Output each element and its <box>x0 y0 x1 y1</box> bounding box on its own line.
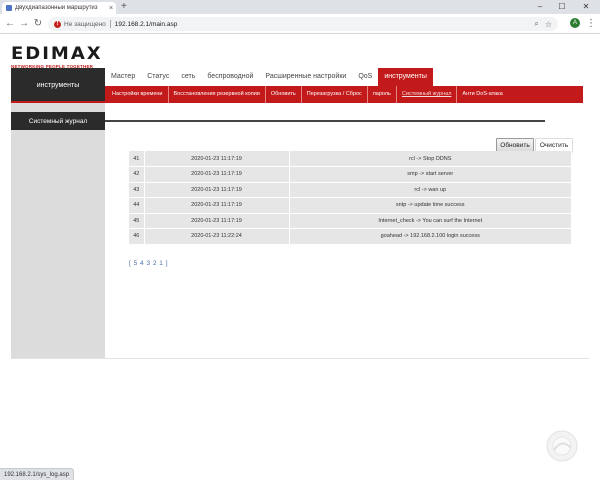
url-text: 192.168.2.1/main.asp <box>114 20 178 28</box>
main-menu: Мастер Статус сеть беспроводной Расширенные … <box>105 68 589 86</box>
log-time-cell: 2020-01-23 11:22:24 <box>144 228 290 245</box>
log-time-cell: 2020-01-23 11:17:19 <box>144 151 290 167</box>
log-message-cell: Internet_check -> You can surf the Inter… <box>289 213 572 229</box>
log-time-cell: 2020-01-23 11:17:19 <box>144 213 290 229</box>
system-log-table: 41 2020-01-23 11:17:19 rcl -> Stop DDNS 42 2… <box>129 151 572 245</box>
menu-item-2[interactable]: Статус <box>141 68 175 86</box>
browser-tab[interactable]: Двухдиапазонный маршрутиз × <box>2 2 116 14</box>
logo-wordmark: EDIMAX <box>11 43 103 64</box>
edimax-logo: EDIMAX NETWORKING PEOPLE TOGETHER <box>11 45 106 69</box>
log-message-cell: goahead -> 192.168.2.100 login success <box>289 228 572 245</box>
account-avatar[interactable]: A <box>570 18 580 28</box>
close-tab-icon[interactable]: × <box>106 5 116 12</box>
not-secure-icon: ! <box>54 20 61 28</box>
log-time-cell: 2020-01-23 11:17:19 <box>144 197 290 214</box>
divider <box>109 20 111 28</box>
zoom-icon[interactable]: ⌕ <box>534 19 538 29</box>
log-message-cell: sntp -> update time success <box>289 197 572 214</box>
address-bar: ← → ↻ ! Не защищено 192.168.2.1/main.asp… <box>0 14 600 34</box>
submenu-item-2[interactable]: Восстановления резервной копии <box>169 86 266 103</box>
pagination-links[interactable]: [ 5 4 3 2 1 ] <box>129 260 168 267</box>
bookmark-star-icon[interactable]: ☆ <box>545 20 552 29</box>
log-message-cell: rcl -> wan up <box>289 182 572 198</box>
log-id-cell: 45 <box>129 213 145 229</box>
reload-icon[interactable]: ↻ <box>32 17 44 30</box>
log-message-cell: smp -> start server <box>289 166 572 183</box>
menu-item-5[interactable]: Расширенные настройки <box>259 68 352 86</box>
section-title: Системный журнал <box>11 112 105 130</box>
log-message-cell: rcl -> Stop DDNS <box>289 151 572 167</box>
submenu-item-7[interactable]: Анти DoS-атака <box>457 86 507 103</box>
table-row: 42 2020-01-23 11:17:19 smp -> start server <box>129 166 572 183</box>
menu-item-6[interactable]: QoS <box>352 68 378 86</box>
new-tab-icon[interactable]: + <box>121 1 127 13</box>
browser-tab-bar: Двухдиапазонный маршрутиз × + – ☐ ✕ <box>0 0 600 14</box>
sub-menu: Настройки времени Восстановления резервно… <box>105 86 583 103</box>
maximize-icon[interactable]: ☐ <box>554 1 570 13</box>
watermark-logo <box>546 430 578 462</box>
log-id-cell: 46 <box>129 228 145 245</box>
frame-bottom-border <box>11 358 589 359</box>
menu-item-3[interactable]: сеть <box>175 68 201 86</box>
submenu-item-6[interactable]: Системный журнал <box>397 86 458 103</box>
browser-menu-icon[interactable]: ⋮ <box>586 17 596 30</box>
submenu-item-5[interactable]: пароль <box>368 86 397 103</box>
log-id-cell: 42 <box>129 166 145 183</box>
status-url: 192.168.2.1/sys_log.asp <box>0 468 75 480</box>
table-row: 41 2020-01-23 11:17:19 rcl -> Stop DDNS <box>129 151 572 167</box>
menu-item-1[interactable]: Мастер <box>105 68 141 86</box>
sidebar-accent-line <box>11 101 105 103</box>
security-label: Не защищено <box>64 20 106 28</box>
log-id-cell: 43 <box>129 182 145 198</box>
table-row: 43 2020-01-23 11:17:19 rcl -> wan up <box>129 182 572 198</box>
table-row: 45 2020-01-23 11:17:19 Internet_check -> Y… <box>129 213 572 229</box>
log-id-cell: 41 <box>129 151 145 167</box>
forward-icon[interactable]: → <box>18 17 30 30</box>
log-time-cell: 2020-01-23 11:17:19 <box>144 166 290 183</box>
minimize-icon[interactable]: – <box>532 1 548 13</box>
favicon-icon <box>6 5 12 11</box>
log-id-cell: 44 <box>129 197 145 214</box>
back-icon[interactable]: ← <box>4 17 16 30</box>
url-input[interactable]: ! Не защищено 192.168.2.1/main.asp ⌕ ☆ <box>48 17 558 31</box>
tab-title: Двухдиапазонный маршрутиз <box>15 5 98 11</box>
menu-item-7[interactable]: инструменты <box>378 68 433 86</box>
browser-status-bar: 192.168.2.1/sys_log.asp <box>0 468 600 480</box>
sidebar-header: инструменты <box>11 68 105 102</box>
submenu-item-3[interactable]: Обновить <box>266 86 302 103</box>
submenu-item-4[interactable]: Перезагрузка / Сброс <box>302 86 368 103</box>
window-close-icon[interactable]: ✕ <box>578 1 594 13</box>
menu-item-4[interactable]: беспроводной <box>201 68 259 86</box>
submenu-item-1[interactable]: Настройки времени <box>107 86 169 103</box>
table-row: 46 2020-01-23 11:22:24 goahead -> 192.168.… <box>129 228 572 245</box>
table-row: 44 2020-01-23 11:17:19 sntp -> update time… <box>129 197 572 214</box>
log-time-cell: 2020-01-23 11:17:19 <box>144 182 290 198</box>
